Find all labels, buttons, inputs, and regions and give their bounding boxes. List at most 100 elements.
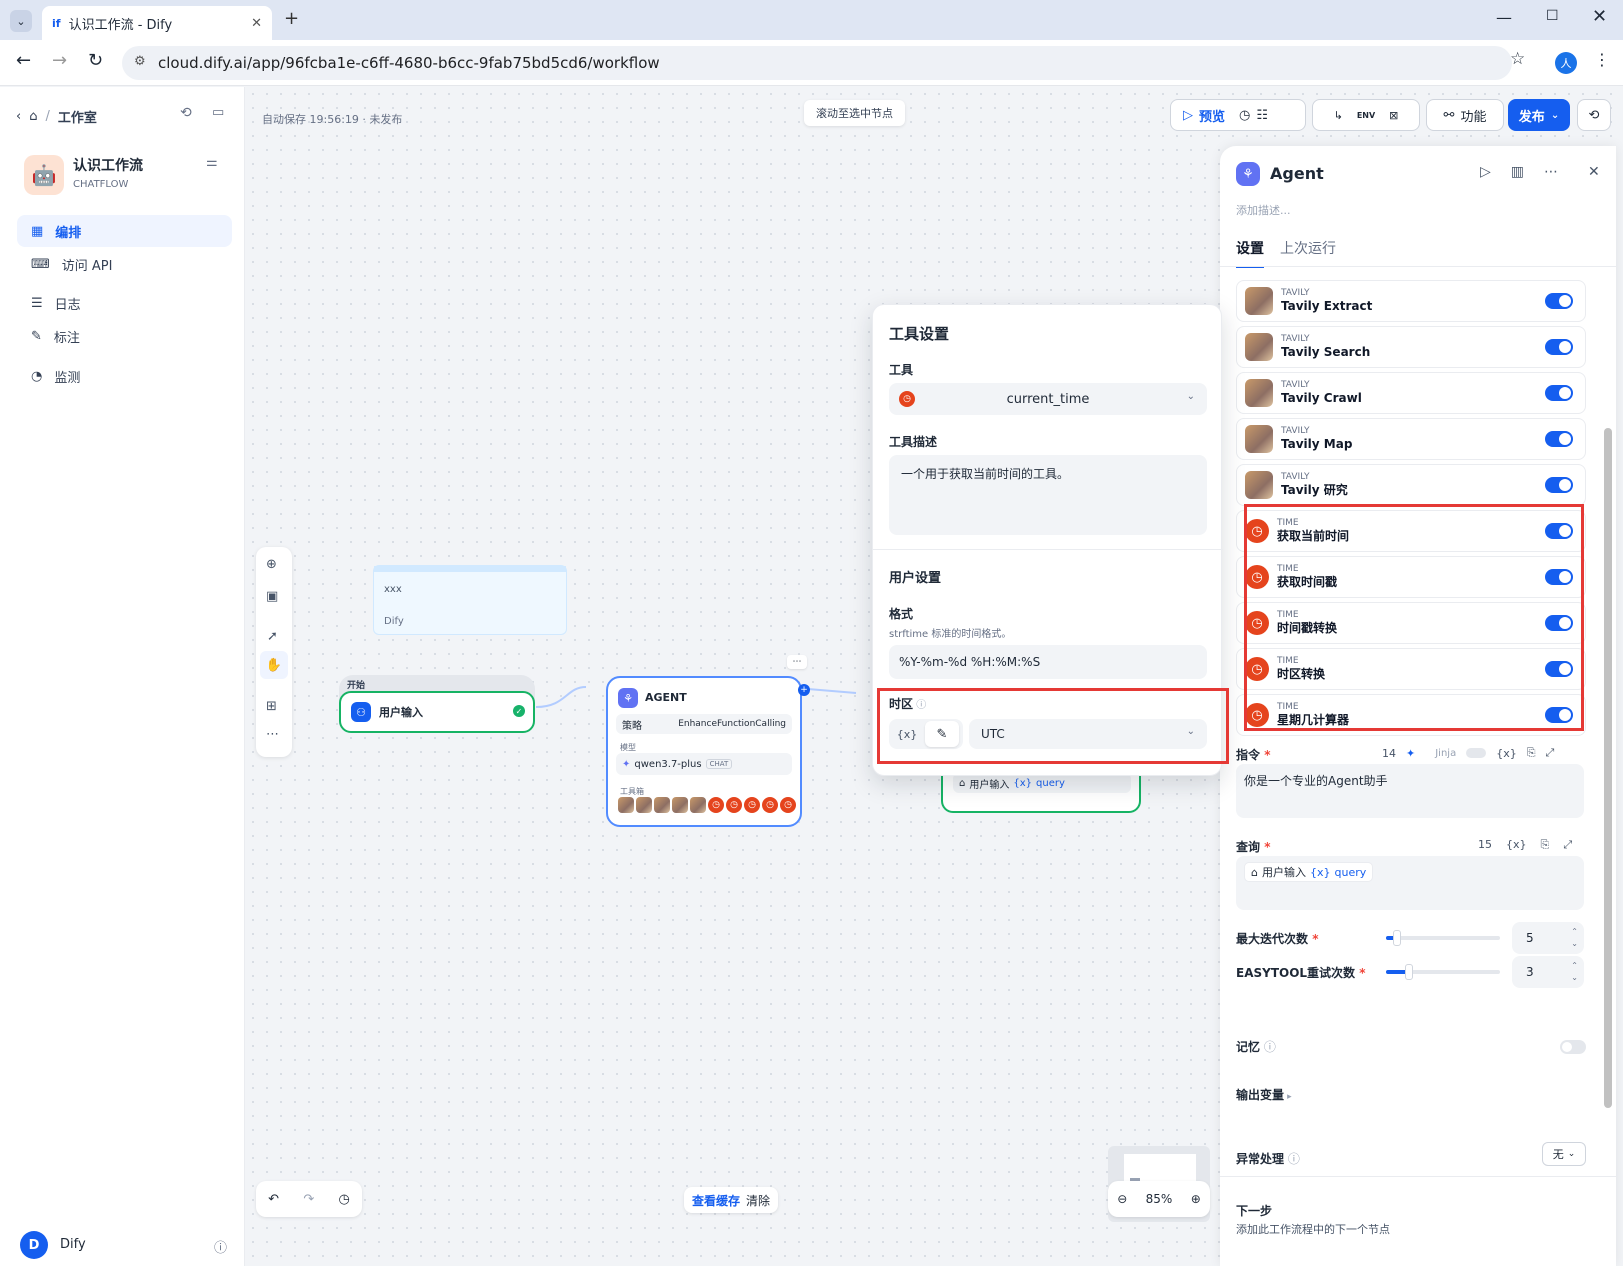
ai-generate-icon[interactable]: ✦	[1406, 747, 1415, 760]
tab-last-run[interactable]: 上次运行	[1280, 238, 1336, 258]
start-node-group[interactable]: 开始 ⚇ 用户输入 ✓	[339, 675, 535, 733]
add-next-node-handle[interactable]: +	[798, 684, 810, 696]
tavily-icon	[672, 797, 688, 813]
home-icon[interactable]: ⌂	[29, 109, 37, 124]
user-name[interactable]: Dify	[60, 1237, 86, 1252]
tool-enable-toggle[interactable]	[1545, 431, 1573, 447]
checklist-icon[interactable]: ◷	[1239, 108, 1250, 123]
instruction-editor[interactable]: 你是一个专业的Agent助手	[1236, 764, 1584, 818]
browser-menu-icon[interactable]: ⋮	[1594, 50, 1610, 69]
publish-button[interactable]: 发布 ⌄	[1508, 99, 1570, 131]
query-tools: 15 {x} ⎘ ⤢	[1478, 838, 1572, 852]
user-avatar[interactable]: D	[20, 1231, 48, 1259]
app-type: CHATFLOW	[73, 179, 129, 190]
tool-item[interactable]: TAVILY Tavily Extract	[1236, 280, 1586, 322]
max-iterations-slider[interactable]	[1386, 930, 1500, 946]
nav-annotations[interactable]: ✎ 标注	[17, 320, 232, 352]
home-small-icon: ⌂	[959, 777, 966, 789]
bookmark-star-icon[interactable]: ☆	[1510, 49, 1525, 69]
zoom-out-icon[interactable]: ⊖	[1117, 1192, 1127, 1206]
panel-scrollbar[interactable]	[1604, 276, 1612, 1116]
expand-icon[interactable]: ⤢	[1546, 746, 1555, 760]
retry-input[interactable]: 3 ⌃ ⌄	[1512, 956, 1584, 988]
back-chevron-icon[interactable]: ‹	[16, 109, 21, 124]
tool-item[interactable]: TAVILY Tavily Search	[1236, 326, 1586, 368]
help-doc-icon[interactable]: ▥	[1511, 164, 1524, 180]
retry-slider[interactable]	[1386, 964, 1500, 980]
reload-icon[interactable]: ↻	[88, 50, 103, 71]
list-icon[interactable]: ☷	[1256, 108, 1268, 123]
clear-button[interactable]: 清除	[746, 1192, 770, 1209]
close-icon[interactable]: ✕	[1588, 164, 1600, 180]
query-editor[interactable]: ⌂ 用户输入 {x} query	[1236, 856, 1584, 910]
view-cache-button[interactable]: 查看缓存	[692, 1192, 740, 1209]
tool-enable-toggle[interactable]	[1545, 385, 1573, 401]
run-icon[interactable]: ▷	[1480, 164, 1491, 180]
help-icon[interactable]: ⓘ	[214, 1237, 227, 1256]
more-icon[interactable]: ⋯	[1544, 164, 1558, 180]
history-icon[interactable]: ◷	[339, 1192, 350, 1207]
refresh-icon[interactable]: ⟲	[180, 105, 192, 121]
forward-icon[interactable]: →	[52, 50, 67, 71]
tab-list-icon[interactable]: ⌄	[10, 10, 32, 32]
minimize-icon[interactable]: —	[1496, 8, 1512, 27]
tab-settings[interactable]: 设置	[1236, 238, 1264, 268]
jinja-toggle[interactable]	[1466, 748, 1487, 758]
tool-enable-toggle[interactable]	[1545, 293, 1573, 309]
nav-monitoring[interactable]: ◔ 监测	[17, 360, 232, 392]
url-field[interactable]: ⚙ cloud.dify.ai/app/96fcba1e-c6ff-4680-b…	[122, 46, 1512, 80]
maximize-icon[interactable]: ☐	[1546, 8, 1559, 24]
play-icon[interactable]: ▷	[1183, 108, 1193, 123]
collapse-sidebar-icon[interactable]: ▭	[212, 105, 224, 120]
new-tab-icon[interactable]: +	[284, 8, 299, 29]
output-vars-label[interactable]: 输出变量 ▸	[1236, 1086, 1292, 1103]
nav-orchestrate[interactable]: ▦ 编排	[17, 215, 232, 247]
history-controls: ↶ ↷ ◷	[256, 1181, 362, 1217]
browser-tab[interactable]: if 认识工作流 - Dify ✕	[42, 6, 272, 40]
app-settings-icon[interactable]: ⚌	[206, 155, 218, 170]
back-icon[interactable]: ←	[16, 50, 31, 71]
tool-enable-toggle[interactable]	[1545, 477, 1573, 493]
expand-icon[interactable]: ⤢	[1563, 838, 1572, 852]
redo-icon[interactable]: ↷	[303, 1192, 314, 1207]
start-node[interactable]: ⚇ 用户输入 ✓	[339, 691, 535, 733]
zoom-in-icon[interactable]: ⊕	[1191, 1192, 1201, 1206]
tool-item[interactable]: TAVILY Tavily Crawl	[1236, 372, 1586, 414]
profile-avatar[interactable]: 人	[1555, 52, 1577, 74]
left-sidebar: ‹ ⌂ / 工作室 ⟲ ▭ 🤖 认识工作流 CHATFLOW ⚌ ▦ 编排 ⌨ 访问…	[0, 87, 245, 1266]
node-more-icon[interactable]: ⋯	[787, 655, 807, 669]
global-vars-icon[interactable]: ⊠	[1389, 109, 1398, 122]
chevron-down-icon: ⌄	[1550, 109, 1560, 121]
format-input[interactable]: %Y-%m-%d %H:%M:%S	[889, 645, 1207, 679]
zoom-level[interactable]: 85%	[1146, 1192, 1173, 1206]
insert-var-icon[interactable]: {x}	[1496, 747, 1517, 760]
tab-close-icon[interactable]: ✕	[251, 16, 262, 31]
conversation-vars-icon[interactable]: ↳	[1334, 109, 1343, 122]
error-handling-select[interactable]: 无 ⌄	[1542, 1142, 1586, 1166]
preview-button[interactable]: 预览	[1199, 106, 1225, 125]
tool-item[interactable]: TAVILY Tavily Map	[1236, 418, 1586, 460]
window-close-icon[interactable]: ✕	[1592, 6, 1607, 27]
copy-icon[interactable]: ⎘	[1527, 746, 1536, 760]
nav-api[interactable]: ⌨ 访问 API	[17, 248, 232, 280]
description-input[interactable]: 添加描述...	[1236, 202, 1291, 218]
insert-var-icon[interactable]: {x}	[1506, 838, 1527, 852]
tool-item[interactable]: TAVILY Tavily 研究	[1236, 464, 1586, 506]
env-icon[interactable]: ENV	[1357, 111, 1375, 120]
undo-icon[interactable]: ↶	[268, 1192, 279, 1207]
agent-node[interactable]: ⚘ AGENT 策略 EnhanceFunctionCalling 模型 ✦ q…	[606, 676, 810, 827]
query-label: 查询 *	[1236, 840, 1271, 854]
agent-model: ✦ qwen3.7-plus CHAT	[616, 753, 792, 775]
memory-toggle[interactable]	[1560, 1040, 1586, 1054]
nav-logs[interactable]: ☰ 日志	[17, 287, 232, 319]
features-button[interactable]: ⚯ 功能	[1426, 99, 1504, 131]
panel-title[interactable]: Agent	[1270, 164, 1324, 183]
site-info-icon[interactable]: ⚙	[134, 54, 146, 69]
max-iterations-input[interactable]: 5 ⌃ ⌄	[1512, 922, 1584, 954]
version-history-icon[interactable]: ⟲	[1577, 99, 1611, 131]
copy-icon[interactable]: ⎘	[1541, 838, 1550, 852]
breadcrumb[interactable]: 工作室	[58, 107, 97, 126]
tool-select[interactable]: ◷ current_time ⌄	[889, 383, 1207, 415]
tool-enable-toggle[interactable]	[1545, 339, 1573, 355]
clock-icon: ◷	[726, 797, 742, 813]
